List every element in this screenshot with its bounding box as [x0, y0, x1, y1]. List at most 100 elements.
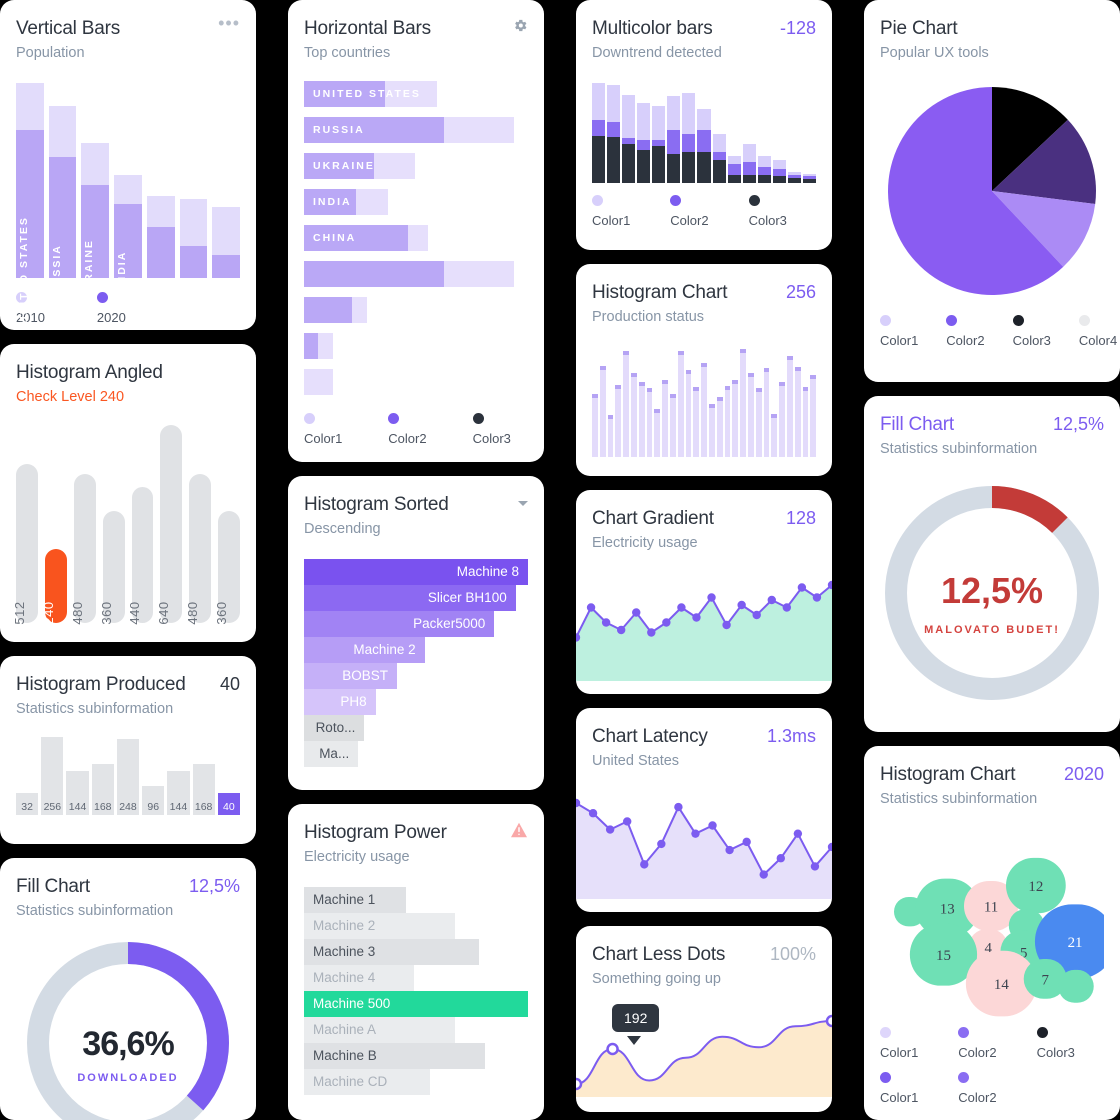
data-point[interactable]: [586, 603, 596, 612]
legend-dot-icon: [1012, 314, 1024, 326]
data-point[interactable]: [776, 853, 785, 863]
ellipsis-icon[interactable]: •••: [218, 14, 240, 32]
bar-value-label: 360: [214, 601, 230, 625]
data-point[interactable]: [657, 839, 666, 848]
data-point[interactable]: [623, 817, 632, 826]
bar-row[interactable]: UKRAINE: [304, 152, 528, 179]
data-point[interactable]: [708, 821, 717, 830]
bar-column: [727, 156, 741, 183]
data-point[interactable]: [767, 595, 776, 605]
bar-row[interactable]: [304, 332, 528, 359]
bar-row[interactable]: Ma...: [304, 740, 359, 767]
bar-row[interactable]: Machine 4: [304, 964, 414, 991]
bar: [669, 394, 676, 457]
bar[interactable]: 440: [127, 486, 154, 624]
data-point[interactable]: [825, 1014, 832, 1028]
bar-row[interactable]: Roto...: [304, 714, 365, 741]
bar[interactable]: 256: [41, 736, 64, 815]
bar-segment: [592, 135, 606, 183]
bar-label: Packer5000: [413, 616, 486, 632]
legend-item: Color1: [880, 1026, 919, 1060]
card-title: Histogram Chart: [880, 764, 1016, 785]
bar[interactable]: 40: [217, 792, 240, 815]
data-point[interactable]: [752, 610, 761, 620]
bar-value-label: 512: [11, 601, 27, 625]
bar[interactable]: 360: [214, 511, 240, 624]
data-point[interactable]: [692, 613, 701, 622]
data-point[interactable]: [576, 1077, 583, 1091]
bar[interactable]: 168: [91, 763, 114, 815]
bar-row[interactable]: [304, 368, 528, 395]
data-point[interactable]: [737, 600, 746, 610]
data-point[interactable]: [640, 860, 649, 869]
bar-segment: [712, 152, 726, 161]
card-header: Histogram Angled Check Level 240: [16, 362, 240, 405]
bar-row[interactable]: Machine CD: [304, 1068, 431, 1095]
data-point[interactable]: [742, 837, 751, 846]
bar-row[interactable]: INDIA: [304, 188, 528, 215]
bar[interactable]: 32: [16, 792, 39, 815]
data-point[interactable]: [674, 802, 683, 812]
data-point[interactable]: [662, 618, 671, 627]
donut-center-value: 36,6%: [82, 1025, 174, 1063]
data-point[interactable]: [606, 1042, 619, 1056]
bar-row[interactable]: BOBST: [304, 662, 398, 689]
bar-row[interactable]: [304, 260, 528, 287]
legend-dot-icon: [1036, 1026, 1048, 1038]
bar-row[interactable]: Slicer BH100: [304, 584, 516, 611]
bar[interactable]: 512: [12, 464, 38, 624]
data-point[interactable]: [782, 603, 792, 612]
bar[interactable]: 96: [142, 785, 165, 815]
data-point[interactable]: [632, 608, 641, 617]
bar-row[interactable]: Machine B: [304, 1042, 486, 1069]
data-point[interactable]: [722, 620, 731, 630]
legend-item: Color3: [472, 412, 511, 446]
bar-row[interactable]: UNITED STATES: [304, 80, 528, 107]
bar-row[interactable]: Packer5000: [304, 610, 495, 637]
bar[interactable]: 640: [156, 424, 183, 624]
bar-row[interactable]: Machine A: [304, 1016, 455, 1043]
bar-segment: [757, 174, 771, 183]
data-point[interactable]: [601, 618, 611, 627]
data-point[interactable]: [812, 593, 822, 602]
gear-icon[interactable]: [513, 18, 528, 33]
bar-row[interactable]: Machine 3: [304, 938, 480, 965]
data-point[interactable]: [616, 625, 626, 635]
data-point[interactable]: [588, 808, 598, 818]
bar-cap: [677, 351, 684, 356]
bar[interactable]: 168: [192, 763, 215, 815]
data-point[interactable]: [759, 870, 768, 879]
bar[interactable]: 144: [66, 770, 89, 815]
bar[interactable]: 144: [167, 770, 190, 815]
bar[interactable]: 480: [70, 474, 96, 624]
legend-label: Color1: [880, 1044, 919, 1060]
data-point[interactable]: [810, 862, 820, 871]
bar[interactable]: 248: [116, 739, 140, 815]
bar-row[interactable]: PH8: [304, 688, 376, 715]
data-point[interactable]: [691, 829, 700, 838]
warning-triangle-icon[interactable]: [510, 822, 528, 838]
data-point[interactable]: [707, 593, 716, 602]
bar-row[interactable]: CHINA: [304, 224, 528, 251]
card-vertical-bars: Vertical Bars Population ••• UNITED STAT…: [0, 0, 256, 330]
bar-row[interactable]: Machine 2: [304, 636, 425, 663]
bar-row[interactable]: Machine 500: [304, 990, 528, 1017]
bar[interactable]: 360: [99, 511, 125, 624]
bar-row[interactable]: Machine 8: [304, 558, 528, 585]
data-point[interactable]: [725, 845, 734, 855]
data-point[interactable]: [793, 829, 803, 838]
data-point[interactable]: [647, 628, 656, 637]
bubble[interactable]: [1058, 969, 1094, 1003]
bar[interactable]: 480: [185, 474, 212, 624]
bar-row[interactable]: RUSSIA: [304, 116, 528, 143]
bar-row[interactable]: Machine 1: [304, 886, 406, 913]
data-point[interactable]: [797, 583, 807, 592]
data-point[interactable]: [677, 603, 686, 612]
bubble-label: 11: [984, 900, 998, 916]
data-point[interactable]: [605, 825, 615, 834]
bar-row[interactable]: Machine 2: [304, 912, 455, 939]
bar: [685, 370, 692, 457]
bar-row[interactable]: [304, 296, 528, 323]
bar[interactable]: 240: [41, 548, 67, 624]
chevron-down-icon[interactable]: [518, 501, 528, 506]
